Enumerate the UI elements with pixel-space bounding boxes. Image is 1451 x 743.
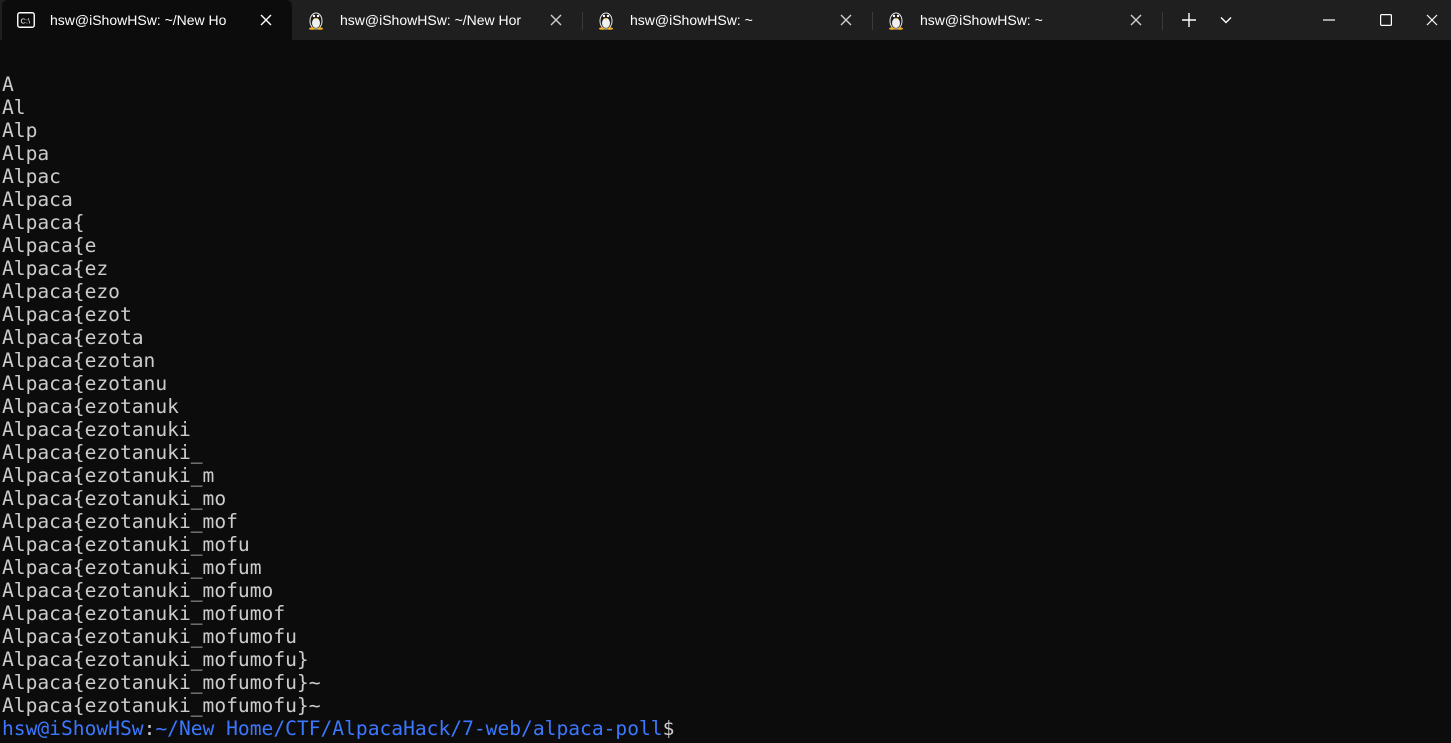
terminal-output[interactable]: A Al Alp Alpa Alpac Alpaca Alpaca{Alpaca{e Alpa… (2, 73, 1442, 740)
output-line: Alpaca{ezotanuki_mofumof (2, 602, 286, 625)
close-tab-icon[interactable] (256, 10, 276, 30)
output-line: Alpaca{ezotanuki_mofumofu} (2, 648, 309, 671)
output-line: Alpaca{ezot (2, 303, 132, 326)
maximize-icon (1380, 14, 1392, 26)
tab-2[interactable]: hsw@iShowHSw: ~/New Hor (292, 0, 582, 40)
cmd-icon: C:\ (16, 10, 36, 30)
tab-dropdown-button[interactable] (1210, 0, 1242, 40)
output-line: Alpaca{ezotanuki_m (2, 464, 215, 487)
output-line: Alpaca{ezotanuki_ (2, 441, 203, 464)
output-line: Alp (2, 119, 38, 142)
output-line: Alpaca{ezotan (2, 349, 156, 372)
output-line: Alpaca{ezotanuki_mo (2, 487, 227, 510)
svg-text:C:\: C:\ (21, 17, 32, 26)
output-line: Alpaca{ezotanuki_mof (2, 510, 238, 533)
tab-3[interactable]: hsw@iShowHSw: ~ (582, 0, 872, 40)
prompt-colon: : (143, 717, 156, 740)
output-line: Alpaca (2, 188, 73, 211)
close-tab-icon[interactable] (836, 10, 856, 30)
linux-penguin-icon (596, 10, 616, 30)
output-line: A (2, 73, 14, 96)
output-line: Alpaca{ (2, 211, 85, 234)
close-tab-icon[interactable] (546, 10, 566, 30)
tab-title: hsw@iShowHSw: ~ (920, 12, 1043, 28)
output-line: Alpaca{ezotanuki_mofumofu}~ (2, 694, 321, 717)
terminal-window: C:\ hsw@iShowHSw: ~/New Ho hsw@iShowHSw:… (0, 0, 1451, 743)
output-line: Alpaca{ezotanuki_mofum (2, 556, 262, 579)
output-line: Alpaca{ezota (2, 326, 144, 349)
shell-prompt: hsw@iShowHSw:~/New Home/CTF/AlpacaHack/7… (2, 717, 1442, 740)
new-tab-button[interactable] (1172, 0, 1206, 40)
minimize-button[interactable] (1306, 0, 1352, 40)
close-window-button[interactable] (1412, 0, 1451, 40)
output-lines: A Al Alp Alpa Alpac Alpaca Alpaca{Alpaca{e Alpa… (2, 73, 1442, 717)
tab-4[interactable]: hsw@iShowHSw: ~ (872, 0, 1162, 40)
output-line: Alpaca{ezotanuki_mofu (2, 533, 250, 556)
tab-title: hsw@iShowHSw: ~ (630, 12, 753, 28)
output-line: Alpaca{e (2, 234, 97, 257)
tab-title: hsw@iShowHSw: ~/New Ho (50, 12, 227, 28)
output-line: Alpaca{ez (2, 257, 109, 280)
output-line: Alpaca{ezotanuki_mofumofu}~ (2, 671, 321, 694)
tab-1[interactable]: C:\ hsw@iShowHSw: ~/New Ho (2, 0, 292, 40)
output-line: Alpaca{ezo (2, 280, 120, 303)
tab-divider (1162, 12, 1163, 30)
output-line: Alpaca{ezotanu (2, 372, 168, 395)
plus-icon (1182, 13, 1196, 27)
tab-bar: C:\ hsw@iShowHSw: ~/New Ho hsw@iShowHSw:… (0, 0, 1451, 40)
output-line: Alpaca{ezotanuk (2, 395, 179, 418)
output-line: Alpa (2, 142, 50, 165)
close-tab-icon[interactable] (1126, 10, 1146, 30)
tab-title: hsw@iShowHSw: ~/New Hor (340, 12, 522, 28)
prompt-user-host: hsw@iShowHSw (2, 717, 144, 740)
output-line: Alpaca{ezotanuki_mofumofu (2, 625, 297, 648)
linux-penguin-icon (886, 10, 906, 30)
output-line: Alpac (2, 165, 61, 188)
chevron-down-icon (1220, 17, 1232, 24)
output-line: Al (2, 96, 26, 119)
maximize-button[interactable] (1363, 0, 1409, 40)
prompt-path: ~/New Home/CTF/AlpacaHack/7-web/alpaca-p… (155, 717, 663, 740)
prompt-dollar: $ (662, 717, 675, 740)
output-line: Alpaca{ezotanuki_mofumo (2, 579, 274, 602)
close-icon (1426, 14, 1437, 26)
linux-penguin-icon (306, 10, 326, 30)
output-line: Alpaca{ezotanuki (2, 418, 191, 441)
minimize-icon (1323, 19, 1335, 21)
